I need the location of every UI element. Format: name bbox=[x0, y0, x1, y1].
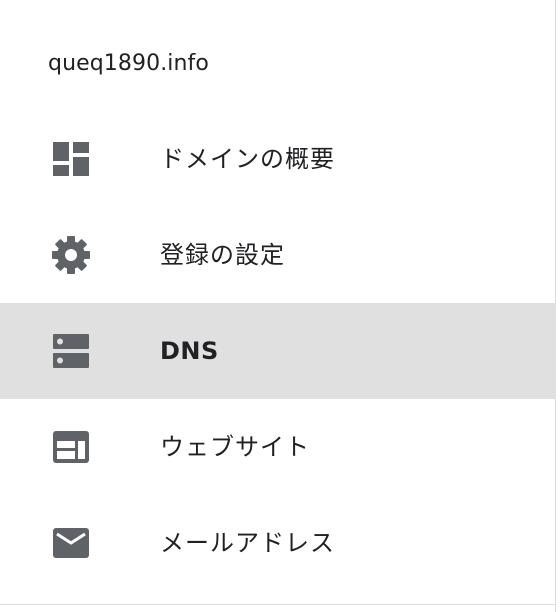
nav-item-label: 登録の設定 bbox=[160, 241, 285, 269]
gear-icon bbox=[50, 236, 92, 274]
dns-icon bbox=[50, 332, 92, 370]
nav-item-registration-settings[interactable]: 登録の設定 bbox=[0, 207, 556, 303]
side-navigation: queq1890.info ドメインの概要 登録の設定 DNS ウェブサイト メ… bbox=[0, 0, 556, 612]
nav-item-overview[interactable]: ドメインの概要 bbox=[0, 111, 556, 207]
bottom-divider bbox=[0, 604, 556, 605]
nav-item-label: ドメインの概要 bbox=[160, 145, 335, 173]
dashboard-icon bbox=[50, 140, 92, 178]
nav-item-website[interactable]: ウェブサイト bbox=[0, 399, 556, 495]
domain-name: queq1890.info bbox=[48, 51, 209, 76]
nav-list: ドメインの概要 登録の設定 DNS ウェブサイト メールアドレス bbox=[0, 111, 556, 591]
nav-item-email[interactable]: メールアドレス bbox=[0, 495, 556, 591]
nav-item-label: DNS bbox=[160, 337, 219, 365]
nav-item-label: ウェブサイト bbox=[160, 433, 310, 461]
nav-item-label: メールアドレス bbox=[160, 529, 335, 557]
mail-icon bbox=[50, 524, 92, 562]
web-icon bbox=[50, 428, 92, 466]
nav-item-dns[interactable]: DNS bbox=[0, 303, 556, 399]
